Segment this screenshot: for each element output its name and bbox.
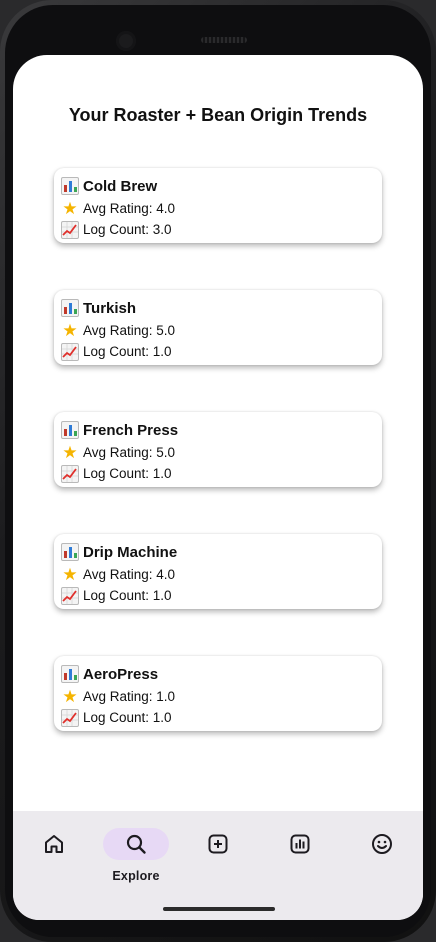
- star-icon: ★: [62, 320, 78, 340]
- chart-increasing-icon: [61, 708, 79, 727]
- bar-chart-icon: [61, 665, 79, 683]
- card-title: Drip Machine: [83, 543, 178, 561]
- gesture-home-indicator[interactable]: [163, 907, 275, 911]
- card-count: Log Count: 1.0: [83, 344, 172, 359]
- card-title: Cold Brew: [83, 177, 158, 195]
- stats-icon: [290, 834, 310, 854]
- trend-card[interactable]: Drip Machine ★ Avg Rating: 4.0 Log Count…: [54, 534, 382, 609]
- card-count-row: Log Count: 1.0: [61, 707, 382, 728]
- earpiece-speaker: [201, 37, 247, 43]
- card-count-row: Log Count: 3.0: [61, 219, 382, 240]
- nav-pill: [185, 828, 251, 860]
- nav-pill-active: [103, 828, 169, 860]
- card-rating: Avg Rating: 5.0: [83, 323, 176, 338]
- star-icon: ★: [62, 198, 78, 218]
- card-count-row: Log Count: 1.0: [61, 585, 382, 606]
- bar-chart-icon: [61, 543, 79, 561]
- card-title-row: AeroPress: [61, 662, 382, 686]
- star-icon: ★: [62, 564, 78, 584]
- card-count-row: Log Count: 1.0: [61, 463, 382, 484]
- card-title: AeroPress: [83, 665, 159, 683]
- trend-card[interactable]: AeroPress ★ Avg Rating: 1.0 Log Count: 1…: [54, 656, 382, 731]
- card-title-row: French Press: [61, 418, 382, 442]
- nav-item-profile[interactable]: [349, 828, 415, 888]
- card-rating-row: ★ Avg Rating: 5.0: [61, 442, 382, 463]
- bar-chart-icon: [61, 299, 79, 317]
- chart-increasing-icon: [61, 586, 79, 605]
- nav-pill: [21, 828, 87, 860]
- card-rating-row: ★ Avg Rating: 1.0: [61, 686, 382, 707]
- trend-card[interactable]: Cold Brew ★ Avg Rating: 4.0 Log Count: 3…: [54, 168, 382, 243]
- chart-increasing-icon: [61, 220, 79, 239]
- smiley-icon: [372, 834, 392, 854]
- trend-card-list: Cold Brew ★ Avg Rating: 4.0 Log Count: 3…: [54, 168, 382, 778]
- nav-item-add[interactable]: [185, 828, 251, 888]
- card-rating-row: ★ Avg Rating: 4.0: [61, 564, 382, 585]
- nav-label-explore: Explore: [112, 869, 160, 883]
- card-count: Log Count: 1.0: [83, 466, 172, 481]
- nav-item-stats[interactable]: [267, 828, 333, 888]
- card-rating-row: ★ Avg Rating: 4.0: [61, 198, 382, 219]
- nav-pill: [349, 828, 415, 860]
- card-rating: Avg Rating: 4.0: [83, 567, 176, 582]
- bar-chart-icon: [61, 177, 79, 195]
- home-icon: [45, 835, 63, 853]
- card-title-row: Turkish: [61, 296, 382, 320]
- search-icon: [126, 834, 146, 854]
- card-title-row: Cold Brew: [61, 174, 382, 198]
- trend-card[interactable]: Turkish ★ Avg Rating: 5.0 Log Count: 1.0: [54, 290, 382, 365]
- page-title: Your Roaster + Bean Origin Trends: [68, 105, 368, 125]
- card-rating-row: ★ Avg Rating: 5.0: [61, 320, 382, 341]
- chart-increasing-icon: [61, 342, 79, 361]
- card-count: Log Count: 3.0: [83, 222, 172, 237]
- card-title: French Press: [83, 421, 179, 439]
- bottom-nav-bar: Explore: [13, 811, 423, 920]
- device-frame: Your Roaster + Bean Origin Trends Cold B…: [0, 0, 436, 942]
- app-screen: Your Roaster + Bean Origin Trends Cold B…: [13, 55, 423, 920]
- card-count-row: Log Count: 1.0: [61, 341, 382, 362]
- card-title: Turkish: [83, 299, 137, 317]
- card-rating: Avg Rating: 4.0: [83, 201, 176, 216]
- add-box-icon: [208, 834, 228, 854]
- nav-item-home[interactable]: [21, 828, 87, 888]
- nav-pill: [267, 828, 333, 860]
- front-camera: [116, 31, 136, 51]
- chart-increasing-icon: [61, 464, 79, 483]
- card-rating: Avg Rating: 5.0: [83, 445, 176, 460]
- card-count: Log Count: 1.0: [83, 588, 172, 603]
- nav-item-explore[interactable]: Explore: [103, 828, 169, 888]
- trend-card[interactable]: French Press ★ Avg Rating: 5.0 Log Count…: [54, 412, 382, 487]
- star-icon: ★: [62, 686, 78, 706]
- bar-chart-icon: [61, 421, 79, 439]
- card-rating: Avg Rating: 1.0: [83, 689, 176, 704]
- star-icon: ★: [62, 442, 78, 462]
- card-count: Log Count: 1.0: [83, 710, 172, 725]
- card-title-row: Drip Machine: [61, 540, 382, 564]
